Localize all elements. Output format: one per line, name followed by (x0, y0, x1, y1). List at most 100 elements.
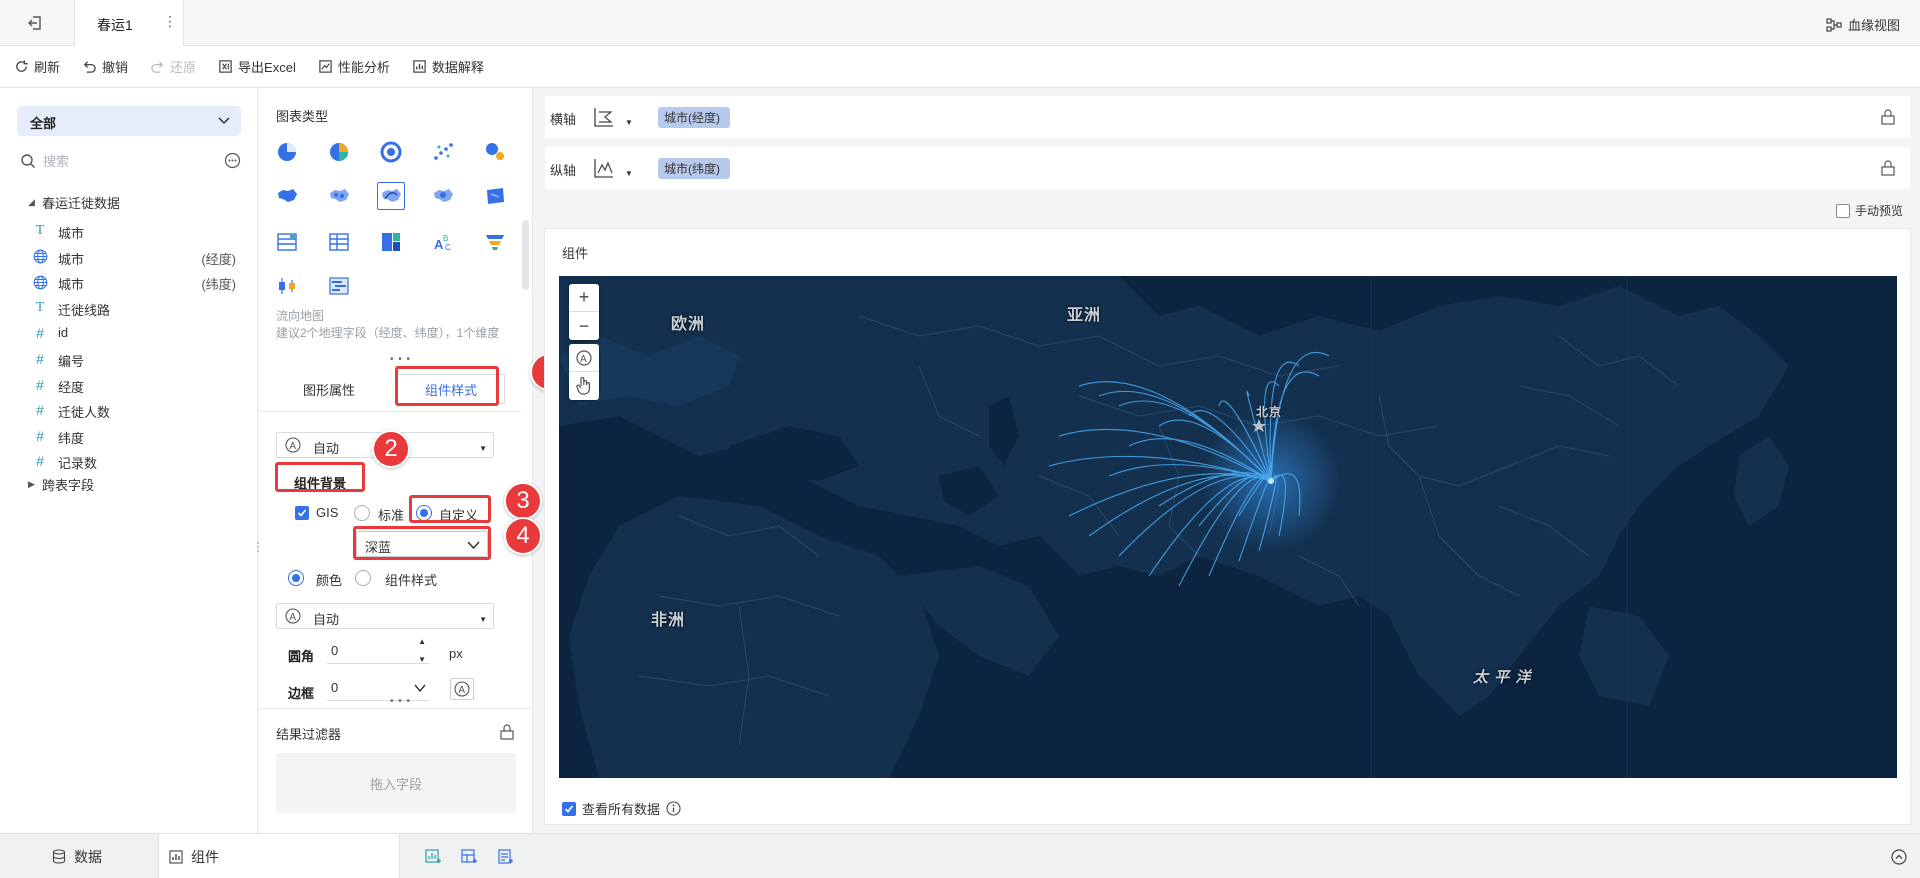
map-label-africa: 非洲 (651, 612, 686, 629)
lock-icon[interactable] (1880, 109, 1896, 125)
lbs-map-type[interactable] (481, 182, 509, 210)
lineage-view-button[interactable]: 血缘视图 (1826, 15, 1900, 34)
drop-field-zone[interactable]: 拖入字段 (276, 753, 516, 813)
treemap-chart-type[interactable] (377, 228, 405, 256)
manual-preview-toggle[interactable]: 手动预览 (1836, 202, 1903, 219)
field-name: 城市 (58, 277, 85, 293)
field-item[interactable]: 城市 (纬度) (0, 268, 258, 296)
view-all-data-toggle[interactable]: 查看所有数据 (562, 799, 681, 818)
caret-right-icon[interactable]: ▶ (28, 479, 38, 490)
word-cloud-chart-type[interactable]: ABC (429, 228, 457, 256)
lock-icon[interactable] (1880, 160, 1896, 176)
export-excel-button[interactable]: 导出Excel (218, 57, 296, 76)
gis-checkbox[interactable] (295, 506, 309, 520)
component-title: 组件 (562, 246, 589, 261)
table-chart-type[interactable] (273, 228, 301, 256)
tab-graph-properties[interactable]: 图形属性 (279, 374, 379, 404)
auto-zoom-icon[interactable]: A (569, 344, 599, 372)
scope-dropdown[interactable]: 全部 (17, 106, 241, 136)
chart-type-scrollbar[interactable] (521, 140, 529, 300)
field-item[interactable]: # 编号 (0, 345, 258, 373)
y-axis-field-pill[interactable]: 城市(纬度) (658, 158, 730, 179)
field-item[interactable]: # id (0, 319, 258, 347)
dataset-node[interactable]: ◢ 春运迁徙数据 (0, 188, 258, 216)
chart-icon (169, 849, 183, 864)
flow-map-type[interactable] (377, 182, 405, 210)
point-map-type[interactable] (325, 182, 353, 210)
zoom-out-button[interactable]: − (569, 312, 599, 340)
color-select[interactable]: A 自动 ▼ (276, 603, 494, 629)
cross-table-chart-type[interactable] (325, 228, 353, 256)
manual-preview-checkbox[interactable] (1836, 203, 1850, 218)
map-style-select[interactable]: 深蓝 (356, 531, 488, 557)
exit-icon[interactable] (26, 14, 44, 32)
border-color-picker[interactable]: A (450, 678, 474, 700)
chart-type-title: 图表类型 (276, 109, 329, 124)
radius-input[interactable]: 0 ▲ ▼ (327, 637, 429, 664)
text-field-icon: T (35, 299, 45, 315)
field-item[interactable]: # 经度 (0, 371, 258, 399)
tab-component-style[interactable]: 组件样式 (397, 374, 505, 404)
map-label-europe: 欧洲 (671, 316, 706, 333)
caret-down-icon[interactable]: ▼ (625, 118, 633, 127)
gis-label: GIS (316, 505, 339, 520)
zoom-in-button[interactable]: + (569, 284, 599, 312)
multi-pie-chart-type[interactable] (325, 138, 353, 166)
add-dashboard-icon[interactable] (460, 848, 478, 866)
caret-down-icon[interactable]: ▼ (625, 169, 633, 178)
flow-map[interactable]: 欧洲 亚洲 非洲 北京 太 平 洋 + − A (559, 276, 1897, 778)
standard-radio[interactable] (354, 505, 370, 521)
info-icon[interactable] (666, 801, 681, 816)
heat-map-type[interactable] (429, 182, 457, 210)
tab-more-icon[interactable]: ⋮ (163, 13, 177, 30)
x-axis-type-icon[interactable] (592, 105, 616, 129)
svg-text:A: A (289, 612, 296, 623)
collapse-up-icon[interactable] (1890, 848, 1908, 866)
performance-analysis-button[interactable]: 性能分析 (318, 57, 390, 76)
data-explain-button[interactable]: 数据解释 (412, 57, 484, 76)
scatter-chart-type[interactable] (429, 138, 457, 166)
lock-icon[interactable] (499, 724, 515, 740)
add-component-icon[interactable] (424, 848, 442, 866)
search-icon (21, 154, 36, 169)
field-name: 经度 (58, 379, 85, 395)
boxplot-chart-type[interactable] (273, 272, 301, 300)
refresh-button[interactable]: 刷新 (14, 57, 60, 76)
rose-chart-type[interactable] (377, 138, 405, 166)
field-item[interactable]: T 迁徙线路 (0, 294, 258, 322)
splitter-handle[interactable]: • • • (390, 696, 411, 707)
redo-icon (151, 61, 164, 73)
undo-button[interactable]: 撤销 (82, 57, 128, 76)
redo-button[interactable]: 还原 (150, 57, 196, 76)
color-radio[interactable] (288, 570, 304, 586)
region-map-type[interactable] (273, 182, 301, 210)
lineage-icon (1826, 17, 1842, 32)
x-axis-field-pill[interactable]: 城市(经度) (658, 107, 730, 128)
custom-radio[interactable] (416, 505, 432, 521)
bubble-chart-type[interactable] (481, 138, 509, 166)
map-label-beijing: 北京 (1256, 405, 1283, 419)
tab-data[interactable]: 数据 (52, 834, 158, 878)
caret-down-icon: ▼ (479, 444, 487, 453)
search-input[interactable] (43, 150, 213, 172)
add-report-icon[interactable] (496, 848, 514, 866)
funnel-chart-type[interactable] (481, 228, 509, 256)
pie-chart-type[interactable] (273, 138, 301, 166)
more-options-icon[interactable] (224, 152, 241, 169)
custom-label: 自定义 (439, 508, 479, 523)
field-item[interactable]: # 迁徙人数 (0, 396, 258, 424)
y-axis-type-icon[interactable] (592, 156, 616, 180)
border-select[interactable]: 0 (327, 677, 429, 701)
stepper-icon[interactable]: ▲ ▼ (418, 637, 426, 664)
tab-component[interactable]: 组件 (158, 834, 400, 878)
report-tab[interactable]: 春运1 ⋮ (74, 0, 184, 46)
hand-pointer-icon[interactable] (569, 372, 599, 400)
field-item[interactable]: # 纬度 (0, 422, 258, 450)
field-item[interactable]: 城市 (经度) (0, 243, 258, 271)
field-item[interactable]: T 城市 (0, 217, 258, 245)
comp-style-radio[interactable] (355, 570, 371, 586)
gantt-chart-type[interactable] (325, 272, 353, 300)
cross-table-node[interactable]: ▶ 跨表字段 (0, 470, 258, 498)
view-all-checkbox[interactable] (562, 801, 576, 816)
caret-down-icon[interactable]: ◢ (28, 197, 38, 208)
